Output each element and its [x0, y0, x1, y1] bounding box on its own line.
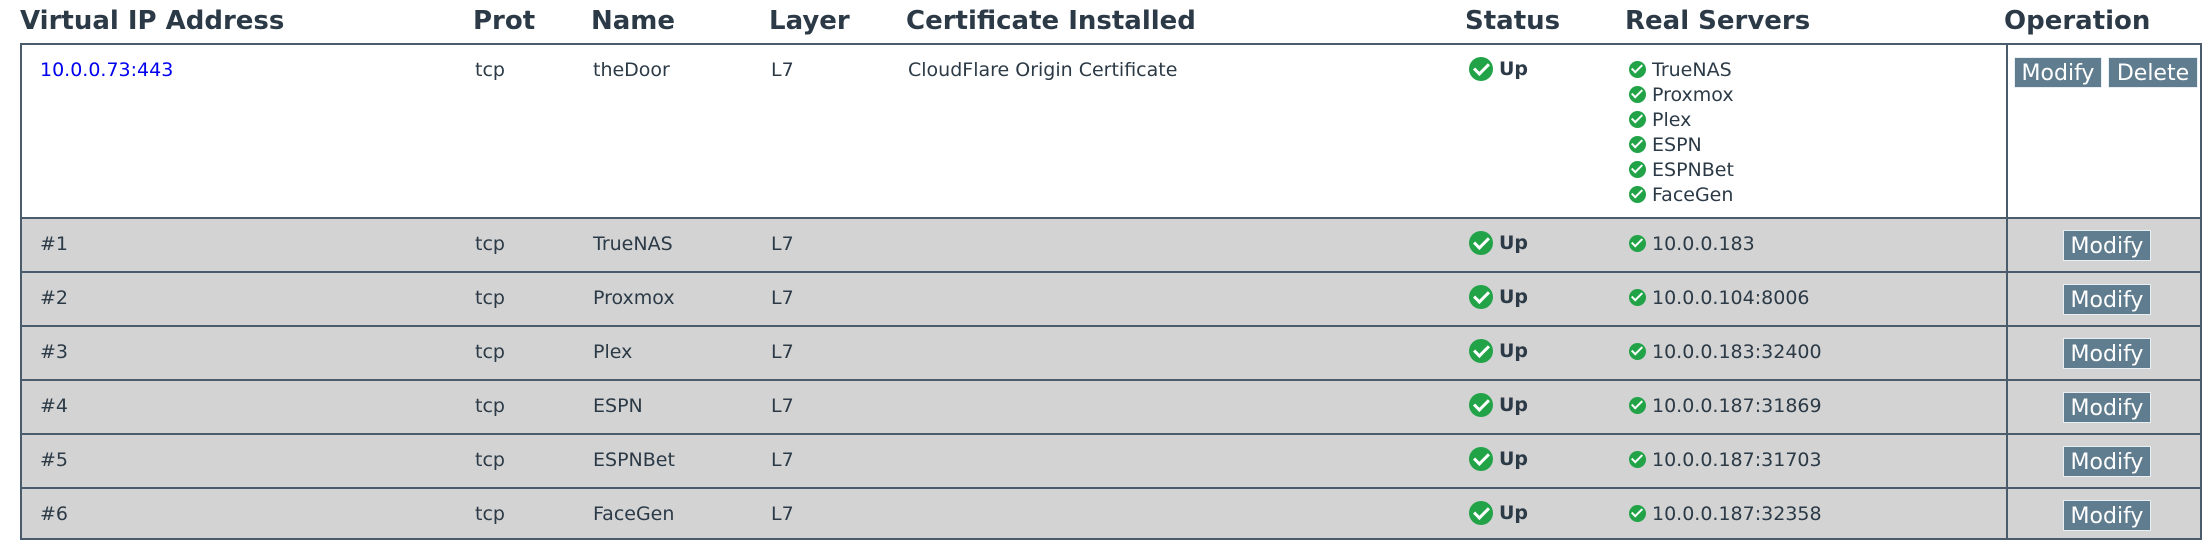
sub-layer: L7 [771, 395, 794, 417]
sub-name: FaceGen [593, 503, 675, 525]
status-ok-icon [1629, 186, 1646, 203]
sub-prot: tcp [475, 503, 505, 525]
sub-prot: tcp [475, 449, 505, 471]
sub-status: Up [1469, 501, 1528, 525]
status-ok-icon [1629, 86, 1646, 103]
status-ok-icon [1629, 451, 1646, 468]
sub-real-server: 10.0.0.187:31703 [1629, 449, 1822, 471]
sub-service-row: #1 tcp TrueNAS L7 Up 10.0.0.183 Modify [22, 219, 2200, 273]
header-name: Name [591, 6, 676, 36]
real-server-item: Plex [1629, 108, 1734, 133]
sub-layer: L7 [771, 449, 794, 471]
sub-name: TrueNAS [593, 233, 673, 255]
sub-id: #3 [40, 341, 69, 363]
real-server-item: TrueNAS [1629, 58, 1734, 83]
virtual-service-row: 10.0.0.73:443 tcp theDoor L7 CloudFlare … [22, 45, 2200, 219]
sub-layer: L7 [771, 503, 794, 525]
header-operation: Operation [2004, 6, 2151, 36]
sub-real-server: 10.0.0.187:31869 [1629, 395, 1822, 417]
sub-id: #2 [40, 287, 69, 309]
header-real-servers: Real Servers [1625, 6, 1811, 36]
status-ok-icon [1629, 161, 1646, 178]
sub-prot: tcp [475, 287, 505, 309]
sub-real-server: 10.0.0.183 [1629, 233, 1755, 255]
status-ok-icon [1629, 61, 1646, 78]
operation-column-divider [2006, 45, 2008, 538]
sub-service-row: #2 tcp Proxmox L7 Up 10.0.0.104:8006 Mod… [22, 273, 2200, 327]
status-ok-icon [1629, 289, 1646, 306]
delete-button[interactable]: Delete [2108, 57, 2198, 88]
sub-service-row: #4 tcp ESPN L7 Up 10.0.0.187:31869 Modif… [22, 381, 2200, 435]
vs-prot: tcp [475, 59, 505, 81]
status-ok-icon [1469, 447, 1493, 471]
status-ok-icon [1629, 111, 1646, 128]
status-ok-icon [1629, 343, 1646, 360]
status-ok-icon [1469, 501, 1493, 525]
status-ok-icon [1469, 285, 1493, 309]
status-ok-icon [1469, 231, 1493, 255]
header-status: Status [1465, 6, 1561, 36]
status-ok-icon [1469, 57, 1493, 81]
header-prot: Prot [473, 6, 536, 36]
real-server-item: Proxmox [1629, 83, 1734, 108]
sub-layer: L7 [771, 341, 794, 363]
status-ok-icon [1469, 339, 1493, 363]
header-cert: Certificate Installed [906, 6, 1196, 36]
real-server-item: ESPNBet [1629, 158, 1734, 183]
vs-layer: L7 [771, 59, 794, 81]
sub-status: Up [1469, 339, 1528, 363]
sub-name: Plex [593, 341, 633, 363]
sub-name: ESPNBet [593, 449, 675, 471]
sub-id: #5 [40, 449, 69, 471]
sub-service-row: #3 tcp Plex L7 Up 10.0.0.183:32400 Modif… [22, 327, 2200, 381]
real-server-item: FaceGen [1629, 183, 1734, 208]
vs-real-servers: TrueNAS Proxmox Plex ESPN ESPNBet FaceGe… [1629, 58, 1734, 208]
sub-name: ESPN [593, 395, 643, 417]
status-ok-icon [1629, 505, 1646, 522]
status-text: Up [1499, 58, 1529, 80]
sub-id: #4 [40, 395, 69, 417]
sub-status: Up [1469, 231, 1528, 255]
sub-real-server: 10.0.0.104:8006 [1629, 287, 1810, 309]
real-server-item: ESPN [1629, 133, 1734, 158]
modify-button[interactable]: Modify [2063, 230, 2151, 261]
modify-button[interactable]: Modify [2063, 284, 2151, 315]
sub-status: Up [1469, 393, 1528, 417]
status-ok-icon [1469, 393, 1493, 417]
services-table: 10.0.0.73:443 tcp theDoor L7 CloudFlare … [20, 43, 2202, 540]
virtual-services-page: Virtual IP Address Prot Name Layer Certi… [0, 0, 2209, 557]
status-ok-icon [1629, 136, 1646, 153]
modify-button[interactable]: Modify [2014, 57, 2102, 88]
sub-real-server: 10.0.0.187:32358 [1629, 503, 1822, 525]
sub-status: Up [1469, 285, 1528, 309]
sub-service-row: #6 tcp FaceGen L7 Up 10.0.0.187:32358 Mo… [22, 489, 2200, 538]
sub-service-row: #5 tcp ESPNBet L7 Up 10.0.0.187:31703 Mo… [22, 435, 2200, 489]
header-layer: Layer [769, 6, 850, 36]
sub-layer: L7 [771, 287, 794, 309]
modify-button[interactable]: Modify [2063, 446, 2151, 477]
vs-name: theDoor [593, 59, 670, 81]
status-ok-icon [1629, 397, 1646, 414]
sub-id: #1 [40, 233, 69, 255]
vip-link[interactable]: 10.0.0.73:443 [40, 59, 173, 81]
sub-prot: tcp [475, 233, 505, 255]
status-ok-icon [1629, 235, 1646, 252]
sub-prot: tcp [475, 395, 505, 417]
sub-id: #6 [40, 503, 69, 525]
sub-prot: tcp [475, 341, 505, 363]
modify-button[interactable]: Modify [2063, 500, 2151, 531]
sub-real-server: 10.0.0.183:32400 [1629, 341, 1822, 363]
vs-status: Up [1469, 57, 1528, 81]
sub-layer: L7 [771, 233, 794, 255]
vs-cert: CloudFlare Origin Certificate [908, 59, 1178, 81]
modify-button[interactable]: Modify [2063, 392, 2151, 423]
sub-name: Proxmox [593, 287, 675, 309]
sub-status: Up [1469, 447, 1528, 471]
header-vip: Virtual IP Address [20, 6, 285, 36]
modify-button[interactable]: Modify [2063, 338, 2151, 369]
